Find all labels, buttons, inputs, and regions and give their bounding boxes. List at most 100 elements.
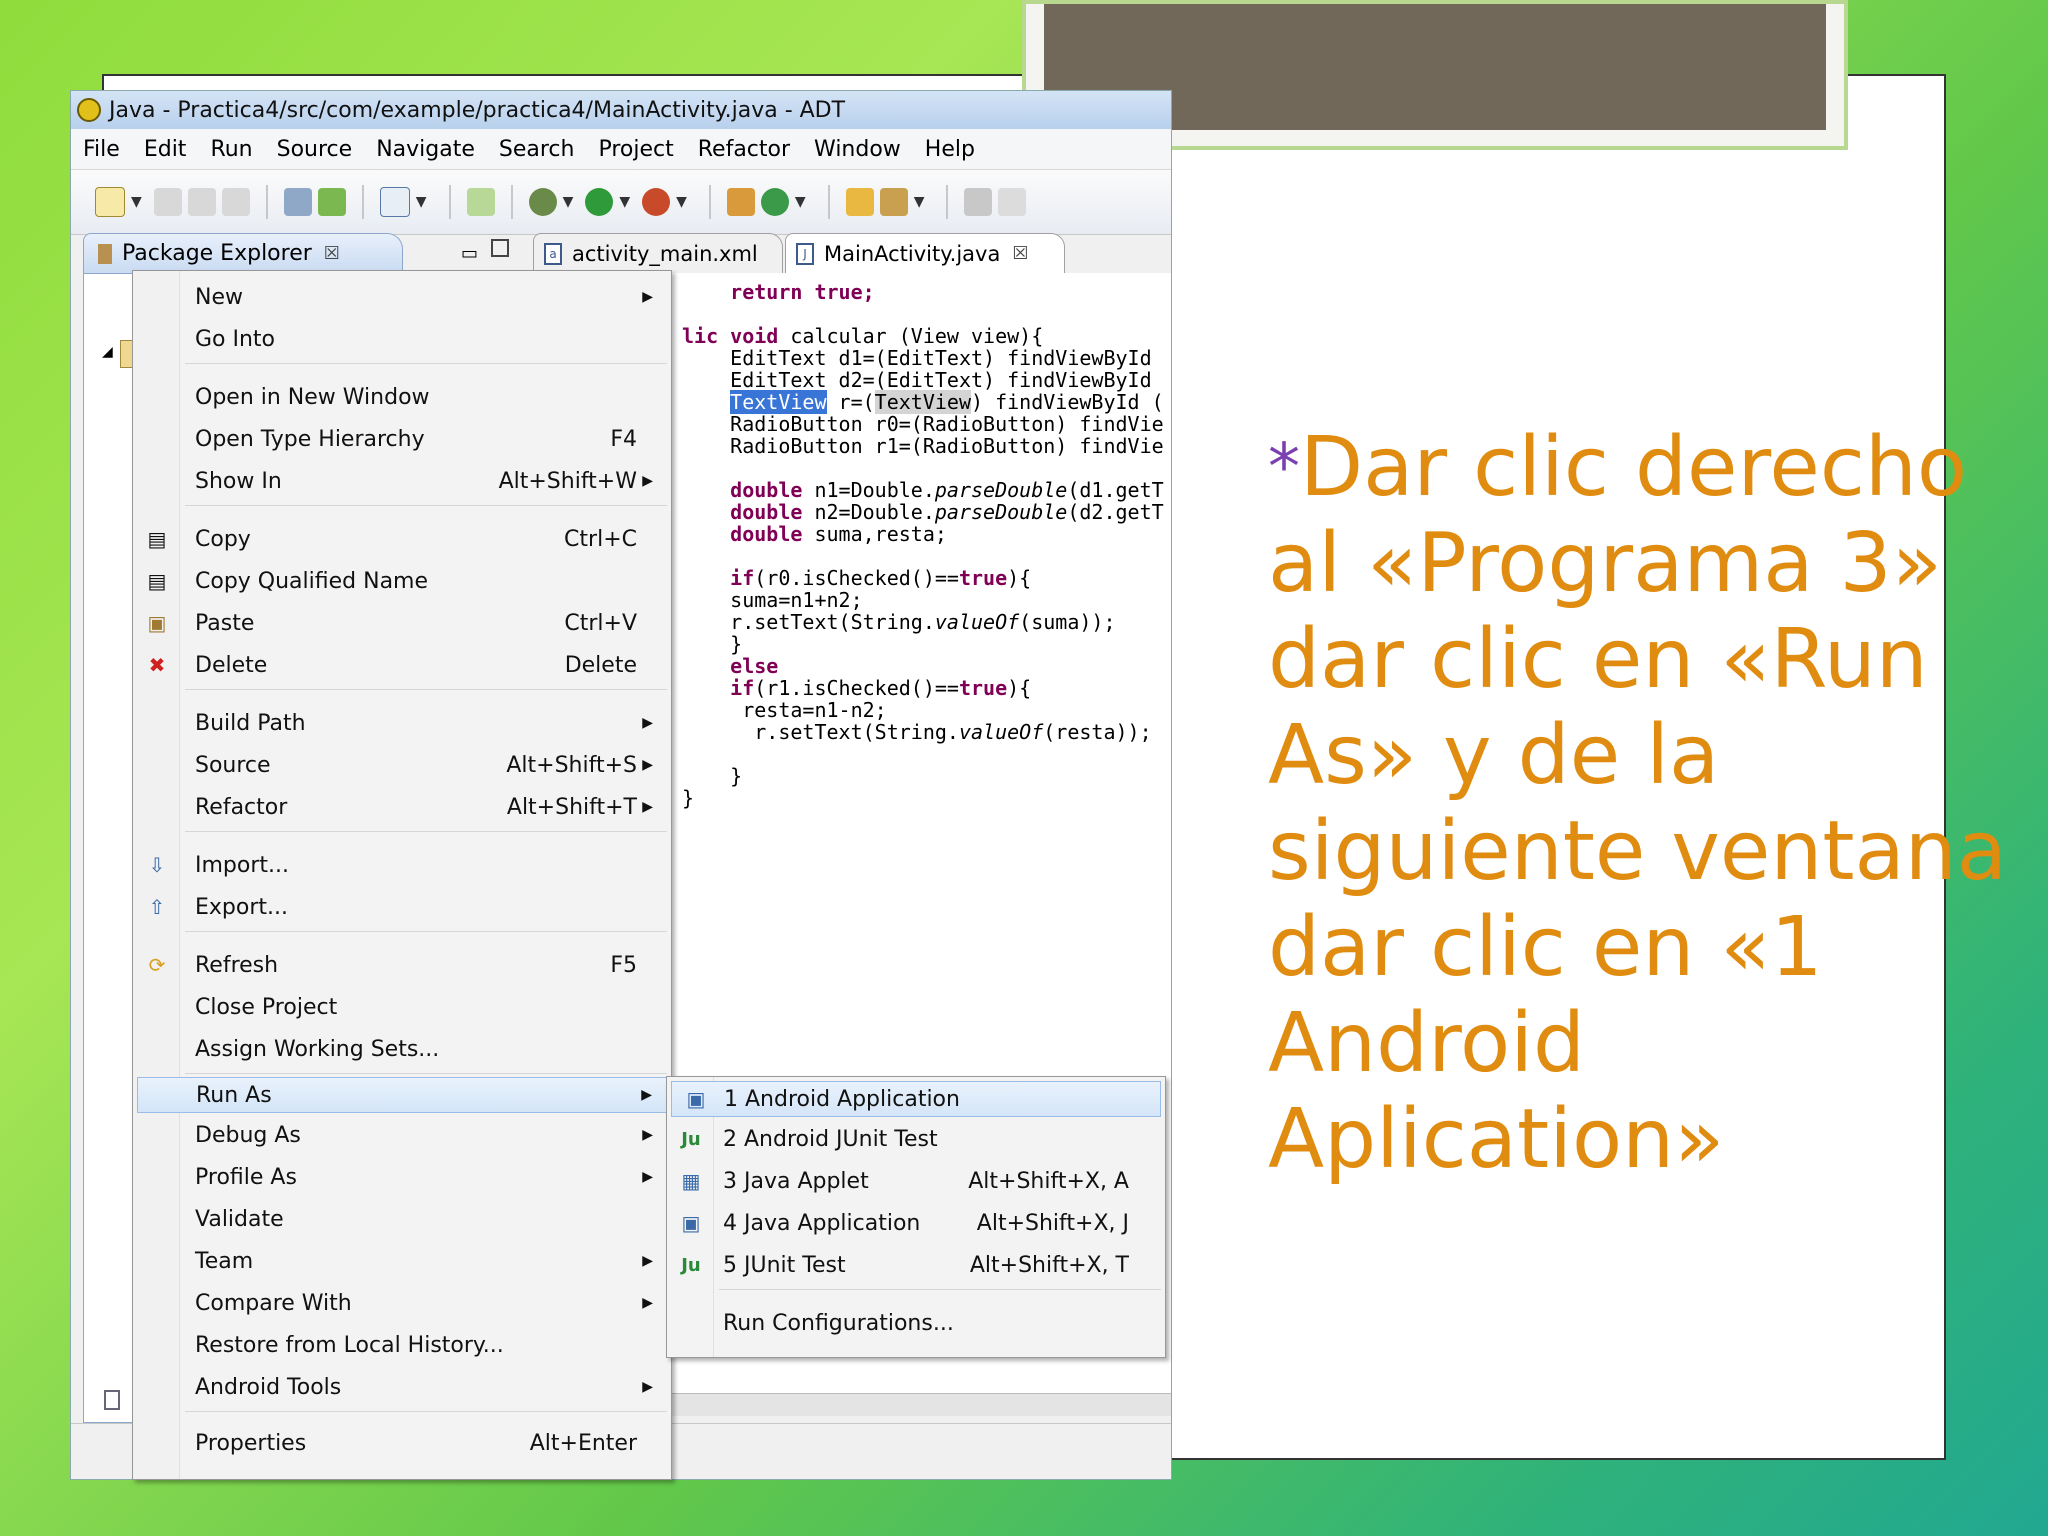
tab-package-explorer-label: Package Explorer xyxy=(122,241,312,266)
checkbox-icon[interactable] xyxy=(379,187,410,217)
menu-item-copy-qualified-name[interactable]: ▤ Copy Qualified Name xyxy=(133,565,671,597)
code-text: n2=Double. xyxy=(802,500,935,524)
pen-icon[interactable] xyxy=(998,188,1027,216)
menu-navigate[interactable]: Navigate xyxy=(364,137,487,162)
menu-window[interactable]: Window xyxy=(802,137,913,162)
shortcut-label: Alt+Shift+S xyxy=(506,752,637,778)
menu-file[interactable]: File xyxy=(71,137,132,162)
menu-item-refresh[interactable]: ⟳ Refresh F5 xyxy=(133,949,671,981)
menu-item-profile-as[interactable]: Profile As ▶ xyxy=(133,1161,671,1193)
menu-source[interactable]: Source xyxy=(265,137,365,162)
minimize-icon[interactable]: ▭ xyxy=(461,243,478,264)
code-text: r.setText(String. xyxy=(730,610,935,634)
menu-item-debug-as[interactable]: Debug As ▶ xyxy=(133,1119,671,1151)
run-icon[interactable] xyxy=(585,188,614,216)
submenu-item-android-junit[interactable]: Ju 2 Android JUnit Test xyxy=(667,1123,1165,1155)
menu-item-refactor[interactable]: Refactor Alt+Shift+T ▶ xyxy=(133,791,671,823)
menu-item-open-type-hierarchy[interactable]: Open Type Hierarchy F4 xyxy=(133,423,671,455)
chevron-down-icon[interactable]: ▼ xyxy=(795,194,806,210)
chevron-down-icon[interactable]: ▼ xyxy=(914,194,925,210)
chevron-down-icon[interactable]: ▼ xyxy=(563,194,574,210)
menu-edit[interactable]: Edit xyxy=(132,137,199,162)
code-line: RadioButton r1=(RadioButton) findVie xyxy=(730,434,1164,458)
submenu-item-java-application[interactable]: ▣ 4 Java Application Alt+Shift+X, J xyxy=(667,1207,1165,1239)
menu-run[interactable]: Run xyxy=(198,137,264,162)
maximize-icon[interactable] xyxy=(491,239,509,257)
menu-item-compare-with[interactable]: Compare With ▶ xyxy=(133,1287,671,1319)
menu-item-restore-local-history[interactable]: Restore from Local History... xyxy=(133,1329,671,1361)
debug-icon[interactable] xyxy=(528,188,557,216)
print-icon[interactable] xyxy=(221,188,250,216)
menu-separator xyxy=(185,831,667,832)
avd-manager-icon[interactable] xyxy=(317,188,346,216)
chevron-down-icon[interactable]: ▼ xyxy=(676,194,687,210)
menu-item-close-project[interactable]: Close Project xyxy=(133,991,671,1023)
annotation-icon[interactable] xyxy=(964,188,993,216)
search-icon[interactable] xyxy=(879,188,908,216)
menu-item-delete[interactable]: ✖ Delete Delete xyxy=(133,649,671,681)
code-text: (d1.getT xyxy=(1067,478,1164,502)
menu-item-new[interactable]: New ▶ xyxy=(133,281,671,313)
new-java-class-icon[interactable] xyxy=(760,188,789,216)
slide-caption: *Dar clic derecho al «Programa 3» dar cl… xyxy=(1268,420,2038,1188)
shortcut-label: F4 xyxy=(610,426,637,452)
tab-package-explorer[interactable]: Package Explorer ☒ xyxy=(83,233,403,273)
close-icon[interactable]: ☒ xyxy=(1012,243,1028,264)
horizontal-scrollbar[interactable] xyxy=(671,1393,1171,1416)
menu-item-validate[interactable]: Validate xyxy=(133,1203,671,1235)
menu-item-copy[interactable]: ▤ Copy Ctrl+C xyxy=(133,523,671,555)
sdk-manager-icon[interactable] xyxy=(283,188,312,216)
menu-item-team[interactable]: Team ▶ xyxy=(133,1245,671,1277)
menu-item-label: Export... xyxy=(195,894,288,920)
caption-text: Dar clic derecho al «Programa 3» dar cli… xyxy=(1268,420,2007,1187)
close-icon[interactable]: ☒ xyxy=(324,243,340,264)
tree-expand-icon[interactable]: ◢ xyxy=(102,344,113,360)
java-applet-icon: ▦ xyxy=(681,1169,701,1193)
menu-item-export[interactable]: ⇧ Export... xyxy=(133,891,671,923)
menu-item-android-tools[interactable]: Android Tools ▶ xyxy=(133,1371,671,1403)
menu-item-import[interactable]: ⇩ Import... xyxy=(133,849,671,881)
external-tools-icon[interactable] xyxy=(642,188,671,216)
toolbar-separator xyxy=(265,185,268,219)
menu-item-paste[interactable]: ▣ Paste Ctrl+V xyxy=(133,607,671,639)
chevron-down-icon[interactable]: ▼ xyxy=(416,194,427,210)
submenu-item-run-configurations[interactable]: Run Configurations... xyxy=(667,1307,1165,1339)
open-type-icon[interactable] xyxy=(845,188,874,216)
new-icon[interactable] xyxy=(95,187,125,217)
shortcut-label: Alt+Shift+X, T xyxy=(969,1252,1129,1278)
code-line: RadioButton r0=(RadioButton) findVie xyxy=(730,412,1164,436)
menu-help[interactable]: Help xyxy=(913,137,987,162)
menu-item-open-new-window[interactable]: Open in New Window xyxy=(133,381,671,413)
submenu-arrow-icon: ▶ xyxy=(642,715,653,731)
menu-item-run-as[interactable]: Run As ▶ xyxy=(137,1077,667,1113)
menu-search[interactable]: Search xyxy=(487,137,587,162)
tab-main-activity-java[interactable]: J MainActivity.java ☒ xyxy=(785,233,1065,273)
shortcut-label: Delete xyxy=(564,652,637,678)
menu-item-build-path[interactable]: Build Path ▶ xyxy=(133,707,671,739)
chevron-down-icon[interactable]: ▼ xyxy=(619,194,630,210)
menu-refactor[interactable]: Refactor xyxy=(686,137,802,162)
menu-item-assign-working-sets[interactable]: Assign Working Sets... xyxy=(133,1033,671,1065)
code-text: r.setText(String. xyxy=(730,720,959,744)
submenu-item-junit-test[interactable]: Ju 5 JUnit Test Alt+Shift+X, T xyxy=(667,1249,1165,1281)
new-icon[interactable] xyxy=(104,1390,120,1410)
menu-item-source[interactable]: Source Alt+Shift+S ▶ xyxy=(133,749,671,781)
submenu-item-android-application[interactable]: ▣ 1 Android Application xyxy=(671,1081,1161,1117)
menu-item-go-into[interactable]: Go Into xyxy=(133,323,671,355)
submenu-arrow-icon: ▶ xyxy=(642,1295,653,1311)
menu-project[interactable]: Project xyxy=(586,137,685,162)
menu-item-show-in[interactable]: Show In Alt+Shift+W ▶ xyxy=(133,465,671,497)
chevron-down-icon[interactable]: ▼ xyxy=(131,194,142,210)
save-icon[interactable] xyxy=(153,188,182,216)
code-text: (r0.isChecked()== xyxy=(754,566,959,590)
toolbar-separator xyxy=(827,185,830,219)
tab-activity-main-xml[interactable]: a activity_main.xml xyxy=(533,233,783,273)
code-keyword: true xyxy=(958,566,1008,590)
menu-item-properties[interactable]: Properties Alt+Enter xyxy=(133,1427,671,1459)
bullet-star: * xyxy=(1268,431,1300,505)
new-android-project-icon[interactable] xyxy=(466,188,495,216)
submenu-item-java-applet[interactable]: ▦ 3 Java Applet Alt+Shift+X, A xyxy=(667,1165,1165,1197)
save-all-icon[interactable] xyxy=(187,188,216,216)
new-java-package-icon[interactable] xyxy=(726,188,755,216)
code-method: parseDouble xyxy=(934,500,1068,524)
